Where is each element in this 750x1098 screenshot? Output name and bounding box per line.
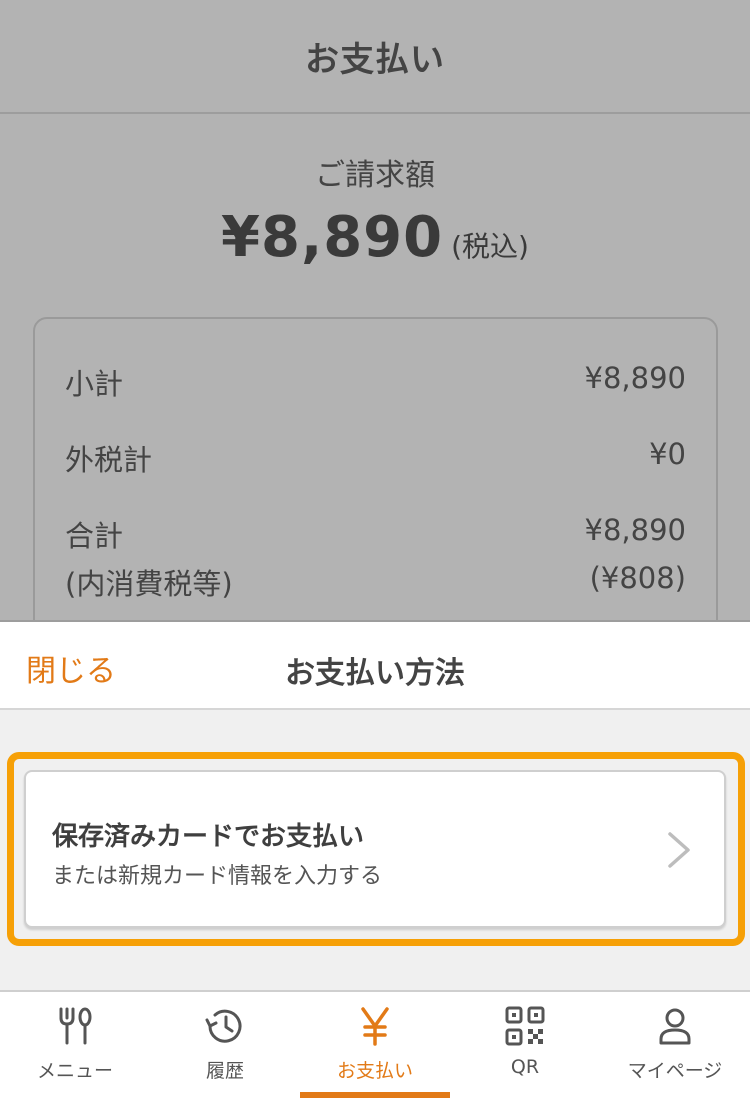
user-icon — [659, 1008, 691, 1045]
tab-label: メニュー — [36, 1060, 113, 1082]
sheet-title: お支払い方法 — [285, 656, 465, 691]
tab-qr[interactable]: QR — [450, 992, 600, 1098]
sheet-header: 閉じる お支払い方法 — [0, 620, 750, 710]
tab-label: マイページ — [627, 1060, 723, 1082]
ext-tax-row: 外税計 ¥0 — [65, 437, 686, 479]
tab-label: QR — [510, 1056, 540, 1078]
history-icon — [205, 1009, 242, 1043]
qr-icon — [505, 1006, 545, 1046]
tab-label: 履歴 — [205, 1060, 244, 1082]
ext-tax-value: ¥0 — [649, 437, 686, 471]
tab-menu[interactable]: メニュー — [0, 992, 150, 1098]
billing-amount-value: ¥8,890 — [221, 205, 444, 270]
saved-card-payment-option[interactable]: 保存済みカードでお支払い または新規カード情報を入力する — [24, 770, 726, 928]
summary-box: 小計 ¥8,890 外税計 ¥0 合計 ¥8,890 (内消費税等) (¥808… — [33, 317, 718, 657]
chevron-right-icon — [668, 832, 690, 868]
billing-label: ご請求額 — [315, 158, 435, 193]
page-header: お支払い — [0, 0, 750, 114]
total-row: 合計 ¥8,890 — [65, 513, 686, 555]
total-label: 合計 — [65, 519, 124, 553]
total-value: ¥8,890 — [584, 513, 686, 547]
inner-tax-label: (内消費税等) — [65, 567, 233, 601]
ext-tax-label: 外税計 — [65, 443, 153, 477]
yen-icon — [361, 1007, 389, 1046]
subtotal-row: 小計 ¥8,890 — [65, 361, 686, 403]
billing-amount: ¥8,890 (税込) — [0, 205, 750, 270]
option-title: 保存済みカードでお支払い — [52, 822, 365, 852]
page-title: お支払い — [305, 39, 445, 80]
option-subtitle: または新規カード情報を入力する — [52, 864, 383, 889]
fork-knife-icon — [59, 1007, 92, 1045]
tab-history[interactable]: 履歴 — [150, 992, 300, 1098]
inner-tax-value: (¥808) — [589, 561, 686, 595]
tab-label: お支払い — [336, 1060, 413, 1082]
tab-payment[interactable]: お支払い — [300, 992, 450, 1098]
tab-mypage[interactable]: マイページ — [600, 992, 750, 1098]
subtotal-label: 小計 — [65, 367, 124, 401]
tax-included-note: (税込) — [451, 230, 529, 263]
inner-tax-row: (内消費税等) (¥808) — [65, 561, 686, 603]
tab-bar: メニュー 履歴 お支払い QR マイページ — [0, 990, 750, 1098]
subtotal-value: ¥8,890 — [584, 361, 686, 395]
